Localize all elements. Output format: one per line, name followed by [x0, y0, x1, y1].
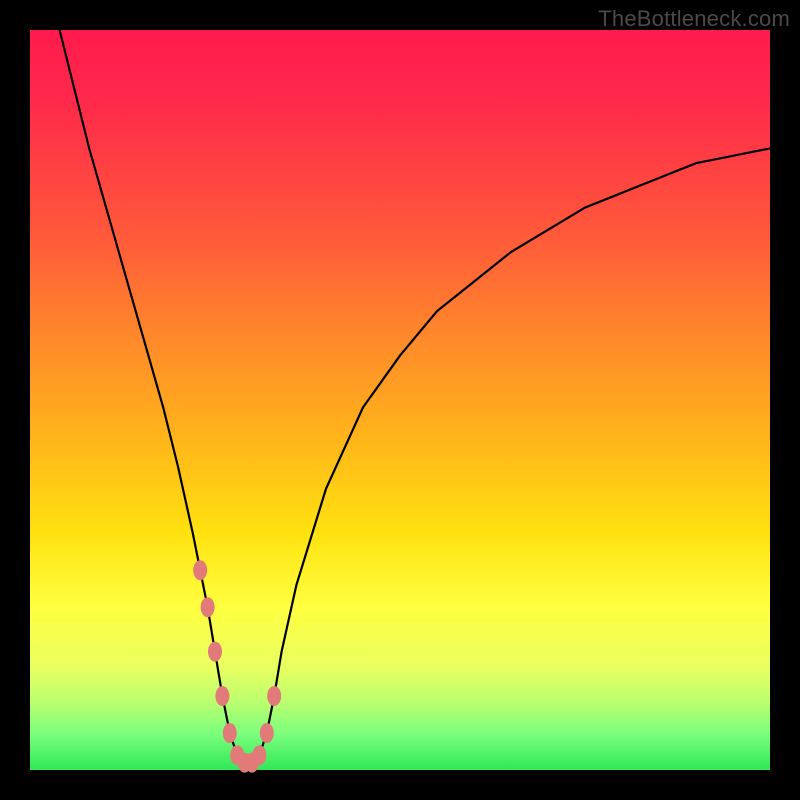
- curve-marker: [201, 597, 215, 617]
- curve-svg: [30, 30, 770, 770]
- curve-marker: [260, 723, 274, 743]
- plot-area: [30, 30, 770, 770]
- curve-marker: [252, 745, 266, 765]
- watermark-text: TheBottleneck.com: [598, 6, 790, 32]
- curve-marker: [267, 686, 281, 706]
- curve-marker: [193, 560, 207, 580]
- curve-marker: [223, 723, 237, 743]
- chart-frame: TheBottleneck.com: [0, 0, 800, 800]
- bottleneck-curve: [60, 30, 770, 763]
- marker-group: [193, 560, 281, 772]
- curve-marker: [215, 686, 229, 706]
- curve-marker: [208, 642, 222, 662]
